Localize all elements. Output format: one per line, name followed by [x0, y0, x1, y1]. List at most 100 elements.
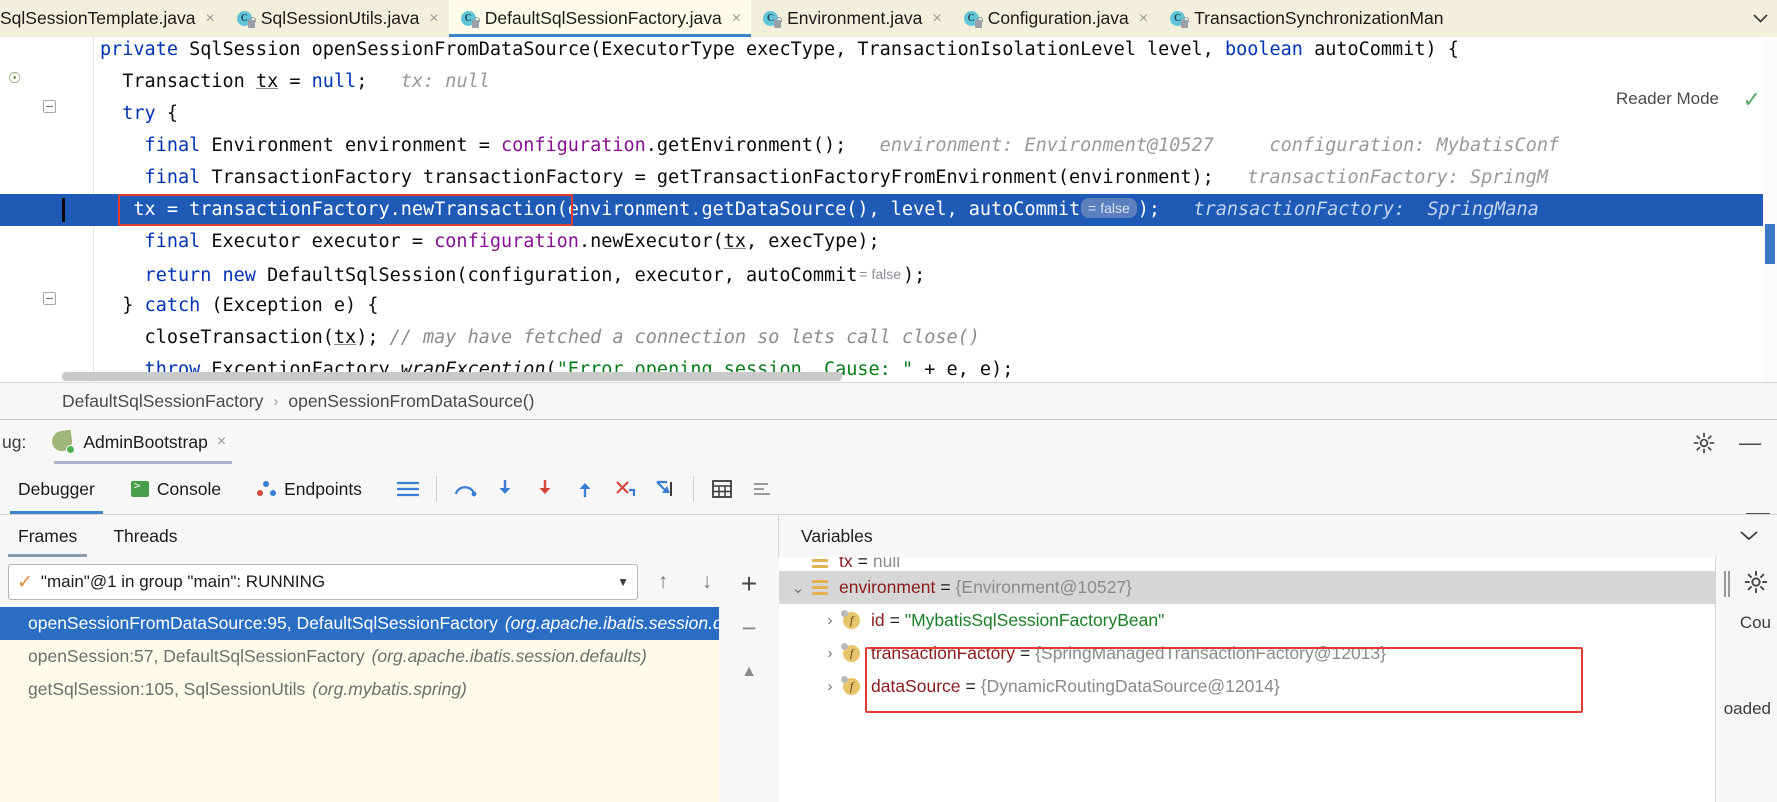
editor-tab-sqlsessiontemplate[interactable]: SqlSessionTemplate.java ×: [0, 0, 225, 37]
scrollbar-thumb[interactable]: [1765, 224, 1775, 264]
editor-horizontal-scrollbar[interactable]: [62, 372, 842, 381]
close-icon[interactable]: ×: [217, 433, 226, 451]
breadcrumb[interactable]: DefaultSqlSessionFactory › openSessionFr…: [0, 382, 1777, 419]
frames-pane-tabs: Frames Threads: [0, 515, 778, 557]
stack-frame-method: getSqlSession:105, SqlSessionUtils: [28, 679, 305, 700]
object-icon: [809, 557, 831, 570]
code-line-content: private SqlSession openSessionFromDataSo…: [100, 37, 1459, 66]
tab-endpoints[interactable]: Endpoints: [239, 464, 380, 514]
add-watch-button[interactable]: +: [730, 565, 768, 603]
code-line-8: return new DefaultSqlSession(configurati…: [0, 258, 1777, 290]
editor-tab-sqlsessionutils[interactable]: C SqlSessionUtils.java ×: [225, 0, 449, 37]
spring-boot-icon: [52, 431, 74, 453]
move-up-button[interactable]: ▲: [730, 653, 768, 691]
stack-frame-row[interactable]: getSqlSession:105, SqlSessionUtils (org.…: [0, 673, 778, 706]
step-into-icon[interactable]: [485, 464, 525, 514]
editor-tab-environment[interactable]: C Environment.java ×: [751, 0, 952, 37]
code-line-content: return new DefaultSqlSession(configurati…: [100, 258, 925, 292]
stack-frame-row[interactable]: openSessionFromDataSource:95, DefaultSql…: [0, 607, 778, 640]
tree-twisty[interactable]: ›: [819, 612, 841, 629]
close-icon[interactable]: ×: [729, 11, 741, 27]
code-line-content: closeTransaction(tx); // may have fetche…: [100, 322, 980, 354]
variable-name: tx: [839, 557, 853, 572]
variable-value: {DynamicRoutingDataSource@12014}: [981, 676, 1280, 697]
code-line-content: tx = transactionFactory.newTransaction(e…: [100, 194, 1539, 226]
variable-row-datasource[interactable]: › f dataSource = {DynamicRoutingDataSour…: [779, 670, 1777, 703]
stack-frame-row[interactable]: openSession:57, DefaultSqlSessionFactory…: [0, 640, 778, 673]
breadcrumb-item-class[interactable]: DefaultSqlSessionFactory: [62, 391, 263, 412]
code-editor[interactable]: ☉ private SqlSession openSessionFromData…: [0, 37, 1777, 382]
variable-equals: =: [935, 577, 955, 598]
variable-value: null: [873, 557, 900, 572]
code-line-content: Transaction tx = null; tx: null: [100, 66, 490, 98]
editor-tab-configuration[interactable]: C Configuration.java ×: [952, 0, 1158, 37]
tree-twisty[interactable]: ›: [819, 645, 841, 662]
code-line-content: final Executor executor = configuration.…: [100, 226, 880, 258]
editor-tab-label: SqlSessionUtils.java: [261, 8, 420, 29]
checkmark-icon: ✓: [17, 571, 33, 594]
code-line-9: } catch (Exception e) {: [0, 290, 1777, 322]
code-text[interactable]: private SqlSession openSessionFromDataSo…: [0, 37, 1777, 382]
variables-side-panel: Cou oaded: [1715, 557, 1777, 802]
debug-panel-label: ug:: [0, 432, 26, 453]
close-icon[interactable]: ×: [1136, 11, 1148, 27]
minimize-icon[interactable]: —: [1737, 430, 1763, 456]
chevron-down-icon[interactable]: ▼: [617, 575, 629, 589]
close-icon[interactable]: ×: [929, 11, 941, 27]
gear-icon[interactable]: [1691, 430, 1717, 456]
code-line-10: closeTransaction(tx); // may have fetche…: [0, 322, 1777, 354]
gear-icon[interactable]: [1743, 569, 1769, 600]
java-class-icon: C: [964, 10, 981, 27]
tab-overflow-chevron-down-icon[interactable]: [1743, 0, 1777, 37]
arrow-up-icon[interactable]: ↑: [644, 563, 682, 601]
variable-name: environment: [839, 577, 935, 598]
drop-frame-icon[interactable]: [605, 464, 645, 514]
variable-row-environment[interactable]: ⌄ environment = {Environment@10527}: [779, 571, 1777, 604]
tab-threads[interactable]: Threads: [95, 515, 195, 557]
variables-tree[interactable]: tx = null ⌄ environment = {Environment@1…: [779, 557, 1777, 802]
variable-name: id: [871, 610, 885, 631]
tree-twisty-expanded[interactable]: ⌄: [787, 579, 809, 597]
editor-tab-label: DefaultSqlSessionFactory.java: [485, 8, 722, 29]
code-line-content: try {: [100, 98, 178, 130]
tree-twisty[interactable]: ›: [819, 678, 841, 695]
layout-settings-icon[interactable]: [388, 464, 428, 514]
close-icon[interactable]: ×: [203, 11, 215, 27]
editor-tab-defaultsqlsessionfactory[interactable]: C DefaultSqlSessionFactory.java ×: [449, 0, 751, 37]
tab-frames[interactable]: Frames: [0, 515, 95, 557]
object-icon: [809, 579, 831, 597]
thread-selector[interactable]: ✓ "main"@1 in group "main": RUNNING ▼: [8, 564, 638, 600]
evaluate-expression-icon[interactable]: [702, 464, 742, 514]
editor-vertical-scrollbar[interactable]: [1763, 37, 1777, 382]
chevron-down-icon[interactable]: [1739, 528, 1777, 545]
variable-equals: =: [1015, 643, 1035, 664]
mute-breakpoints-icon[interactable]: [742, 464, 782, 514]
variable-value: {Environment@10527}: [956, 577, 1132, 598]
java-class-icon: C: [763, 10, 780, 27]
step-out-icon[interactable]: [565, 464, 605, 514]
breadcrumb-item-method[interactable]: openSessionFromDataSource(): [288, 391, 534, 412]
variable-row-tx[interactable]: tx = null: [779, 557, 1777, 571]
remove-watch-button[interactable]: −: [730, 609, 768, 647]
debug-header: ug: AdminBootstrap ×: [0, 420, 1777, 464]
tab-console[interactable]: Console: [113, 464, 239, 514]
drag-handle[interactable]: [1724, 571, 1728, 597]
side-text-loaded: oaded: [1724, 699, 1771, 719]
debug-tool-window: ug: AdminBootstrap ×: [0, 419, 1777, 802]
text-caret: [62, 198, 65, 222]
variable-row-transactionfactory[interactable]: › f transactionFactory = {SpringManagedT…: [779, 637, 1777, 670]
reader-mode-label[interactable]: Reader Mode: [1616, 89, 1719, 109]
code-line-content: final TransactionFactory transactionFact…: [100, 162, 1548, 194]
inspection-ok-icon[interactable]: ✓: [1743, 87, 1761, 113]
run-to-cursor-icon[interactable]: [645, 464, 685, 514]
debug-session-tab[interactable]: AdminBootstrap ×: [48, 420, 238, 464]
call-stack-list[interactable]: openSessionFromDataSource:95, DefaultSql…: [0, 607, 778, 802]
close-icon[interactable]: ×: [426, 11, 438, 27]
variables-title: Variables: [801, 526, 873, 547]
variable-row-id[interactable]: › f id = "MybatisSqlSessionFactoryBean": [779, 604, 1777, 637]
editor-tab-transactionsynchronizationmanager[interactable]: C TransactionSynchronizationMan: [1158, 0, 1453, 37]
step-over-icon[interactable]: [445, 464, 485, 514]
tab-debugger[interactable]: Debugger: [0, 464, 113, 514]
force-step-into-icon[interactable]: [525, 464, 565, 514]
code-line-2: Transaction tx = null; tx: null: [0, 66, 1777, 98]
